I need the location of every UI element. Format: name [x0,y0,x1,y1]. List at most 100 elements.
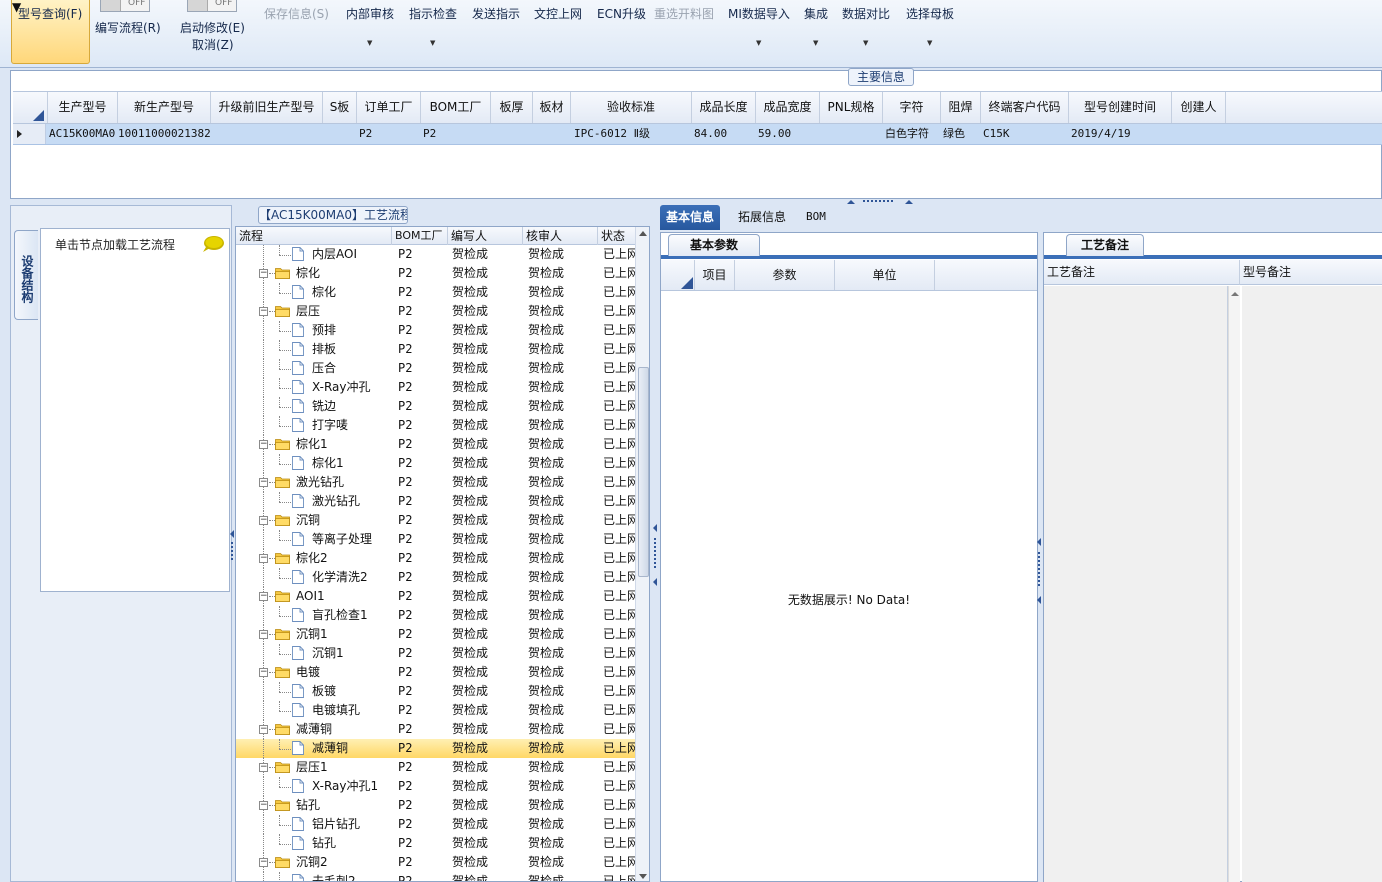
table-row[interactable]: 压合 P2 贺检成 贺检成 已上网 [236,359,635,378]
collapse-icon[interactable]: − [259,516,268,525]
table-row[interactable]: X-Ray冲孔 P2 贺检成 贺检成 已上网 [236,378,635,397]
collapse-icon[interactable]: − [259,763,268,772]
col-product-length[interactable]: 成品长度 [692,92,756,123]
send-instruction-button[interactable]: 发送指示 [472,5,520,22]
collapse-icon[interactable]: − [259,725,268,734]
right-splitter-grip-icon[interactable] [1036,536,1042,606]
table-row[interactable]: − 棕化1 P2 贺检成 贺检成 已上网 [236,435,635,454]
device-structure-tab[interactable]: 设备结构 [14,230,38,320]
col-s-board[interactable]: S板 [323,92,357,123]
table-row[interactable]: 预排 P2 贺检成 贺检成 已上网 [236,321,635,340]
table-row[interactable]: 铣边 P2 贺检成 贺检成 已上网 [236,397,635,416]
col-unit[interactable]: 单位 [835,260,935,290]
table-row[interactable]: 打字唛 P2 贺检成 贺检成 已上网 [236,416,635,435]
col-parameter[interactable]: 参数 [735,260,835,290]
table-row[interactable]: X-Ray冲孔1 P2 贺检成 贺检成 已上网 [236,777,635,796]
col-order-factory[interactable]: 订单工厂 [357,92,421,123]
col-production-model[interactable]: 生产型号 [48,92,118,123]
device-structure-tree[interactable]: 单击节点加载工艺流程 [40,228,230,592]
col-character[interactable]: 字符 [883,92,941,123]
col-creator[interactable]: 创建人 [1172,92,1226,123]
table-row[interactable]: 化学清洗2 P2 贺检成 贺检成 已上网 [236,568,635,587]
collapse-icon[interactable]: − [259,592,268,601]
tab-extended-info[interactable]: 拓展信息 [732,205,792,230]
collapse-icon[interactable]: − [259,440,268,449]
scroll-down-icon[interactable] [639,874,647,879]
table-row[interactable]: − 沉铜1 P2 贺检成 贺检成 已上网 [236,625,635,644]
scroll-up-icon[interactable] [639,231,647,236]
table-row[interactable]: − 层压 P2 贺检成 贺检成 已上网 [236,302,635,321]
collapse-icon[interactable]: − [259,554,268,563]
save-info-button[interactable]: 保存信息(S) [264,5,329,22]
select-mother-board-button[interactable]: 选择母板 ▼ [906,5,954,47]
col-solder-mask[interactable]: 阻焊 [941,92,981,123]
start-edit-button[interactable]: 启动修改(E) [180,19,245,36]
collapse-icon[interactable]: − [259,478,268,487]
edit-flow-button[interactable]: 编写流程(R) [95,19,161,36]
middle-splitter-grip-icon[interactable] [652,520,658,590]
cancel-button[interactable]: 取消(Z) [192,36,234,53]
col-old-production-model[interactable]: 升级前旧生产型号 [211,92,323,123]
mi-import-button[interactable]: MI数据导入 ▼ [728,5,790,47]
doc-online-button[interactable]: 文控上网 [534,5,582,22]
table-row[interactable]: 钻孔 P2 贺检成 贺检成 已上网 [236,834,635,853]
col-status[interactable]: 状态 [598,227,635,245]
table-row[interactable]: − 钻孔 P2 贺检成 贺检成 已上网 [236,796,635,815]
table-row[interactable]: 电镀填孔 P2 贺检成 贺检成 已上网 [236,701,635,720]
notes-scrollbar[interactable] [1228,286,1240,882]
table-row[interactable]: 沉铜1 P2 贺检成 贺检成 已上网 [236,644,635,663]
col-item[interactable]: 项目 [695,260,735,290]
collapse-icon[interactable]: − [259,668,268,677]
table-row[interactable]: 盲孔检查1 P2 贺检成 贺检成 已上网 [236,606,635,625]
col-reviewer[interactable]: 核审人 [523,227,598,245]
process-notes-textarea[interactable] [1044,286,1228,882]
col-acceptance-standard[interactable]: 验收标准 [571,92,692,123]
scroll-up-icon[interactable] [1231,292,1239,296]
table-row[interactable]: 棕化 P2 贺检成 贺检成 已上网 [236,283,635,302]
data-compare-button[interactable]: 数据对比 ▼ [842,5,890,47]
col-writer[interactable]: 编写人 [448,227,523,245]
table-row[interactable]: 激光钻孔 P2 贺检成 贺检成 已上网 [236,492,635,511]
scroll-thumb[interactable] [638,367,649,577]
table-row[interactable]: 板镀 P2 贺检成 贺检成 已上网 [236,682,635,701]
table-row[interactable]: 等离子处理 P2 贺检成 贺检成 已上网 [236,530,635,549]
table-row[interactable]: − 激光钻孔 P2 贺检成 贺检成 已上网 [236,473,635,492]
table-row[interactable]: − 层压1 P2 贺检成 贺检成 已上网 [236,758,635,777]
col-end-customer-code[interactable]: 终端客户代码 [981,92,1069,123]
reselect-material-button[interactable]: 重选开料图 [654,5,714,22]
col-board-material[interactable]: 板材 [533,92,571,123]
instruction-check-button[interactable]: 指示检查 ▼ [409,5,457,47]
ecn-upgrade-button[interactable]: ECN升级 [597,5,646,22]
collapse-icon[interactable]: − [259,858,268,867]
table-row[interactable]: − 减薄铜 P2 贺检成 贺检成 已上网 [236,720,635,739]
model-query-button[interactable]: 型号查询(F) ▼ [11,0,90,64]
table-row[interactable]: − 沉铜 P2 贺检成 贺检成 已上网 [236,511,635,530]
process-flow-scrollbar[interactable] [635,227,649,881]
model-notes-textarea[interactable] [1242,286,1382,882]
table-row[interactable]: − 电镀 P2 贺检成 贺检成 已上网 [236,663,635,682]
start-edit-toggle[interactable]: OFF [187,0,237,12]
table-row[interactable]: 去毛刺2 P2 贺检成 贺检成 已上网 [236,872,635,881]
table-row[interactable]: 排板 P2 贺检成 贺检成 已上网 [236,340,635,359]
table-row[interactable]: 内层AOI P2 贺检成 贺检成 已上网 [236,245,635,264]
tab-process-notes[interactable]: 工艺备注 [1066,234,1144,256]
table-row[interactable]: − AOI1 P2 贺检成 贺检成 已上网 [236,587,635,606]
tab-basic-info[interactable]: 基本信息 [660,205,721,230]
table-row[interactable]: − 棕化 P2 贺检成 贺检成 已上网 [236,264,635,283]
col-bom-factory[interactable]: BOM工厂 [392,227,448,245]
col-product-width[interactable]: 成品宽度 [756,92,820,123]
collapse-icon[interactable]: − [259,269,268,278]
integrate-button[interactable]: 集成 ▼ [804,5,828,47]
col-pnl-spec[interactable]: PNL规格 [820,92,883,123]
table-row[interactable]: 减薄铜 P2 贺检成 贺检成 已上网 [236,739,635,758]
table-row[interactable]: AC15K00MA0 10011000021382 P2 P2 IPC-6012… [13,124,1382,145]
col-new-production-model[interactable]: 新生产型号 [118,92,211,123]
tab-basic-params[interactable]: 基本参数 [668,234,760,256]
collapse-icon[interactable]: − [259,801,268,810]
table-row[interactable]: 棕化1 P2 贺检成 贺检成 已上网 [236,454,635,473]
table-row[interactable]: − 棕化2 P2 贺检成 贺检成 已上网 [236,549,635,568]
col-model-created-time[interactable]: 型号创建时间 [1069,92,1172,123]
select-all-icon[interactable] [681,277,693,289]
table-row[interactable]: − 沉铜2 P2 贺检成 贺检成 已上网 [236,853,635,872]
col-flow[interactable]: 流程 [236,227,392,245]
